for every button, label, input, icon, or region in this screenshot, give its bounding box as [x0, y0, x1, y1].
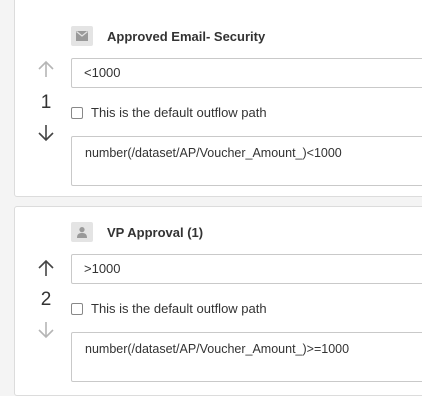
arrow-up-icon: [38, 259, 54, 276]
move-down-button[interactable]: [35, 319, 57, 341]
condition-input[interactable]: >1000: [71, 254, 422, 284]
expression-field[interactable]: number(/dataset/AP/Voucher_Amount_)>=100…: [71, 332, 422, 382]
node-title: Approved Email- Security: [107, 28, 266, 44]
arrow-up-icon: [38, 60, 54, 77]
default-path-label: This is the default outflow path: [91, 105, 267, 120]
move-up-button[interactable]: [35, 257, 57, 279]
path-order-number: 2: [40, 289, 52, 310]
path-order-number: 1: [40, 92, 52, 113]
arrow-down-icon: [38, 125, 54, 142]
user-icon: [71, 222, 93, 242]
default-path-row: This is the default outflow path: [71, 105, 267, 120]
outflow-path-card: VP Approval (1) 2 >1000 This is the defa…: [14, 206, 422, 396]
move-down-button[interactable]: [35, 122, 57, 144]
node-title: VP Approval (1): [107, 224, 204, 240]
expression-field[interactable]: number(/dataset/AP/Voucher_Amount_)<1000: [71, 136, 422, 186]
condition-input[interactable]: <1000: [71, 58, 422, 88]
outflow-path-card: Approved Email- Security 1 <1000 This is…: [14, 0, 422, 197]
node-header: VP Approval (1): [71, 221, 203, 243]
node-header: Approved Email- Security: [71, 25, 265, 47]
default-path-label: This is the default outflow path: [91, 301, 267, 316]
move-up-button[interactable]: [35, 58, 57, 80]
envelope-icon: [71, 26, 93, 46]
default-path-checkbox[interactable]: [71, 106, 83, 119]
default-path-row: This is the default outflow path: [71, 301, 267, 316]
arrow-down-icon: [38, 322, 54, 339]
default-path-checkbox[interactable]: [71, 302, 83, 315]
